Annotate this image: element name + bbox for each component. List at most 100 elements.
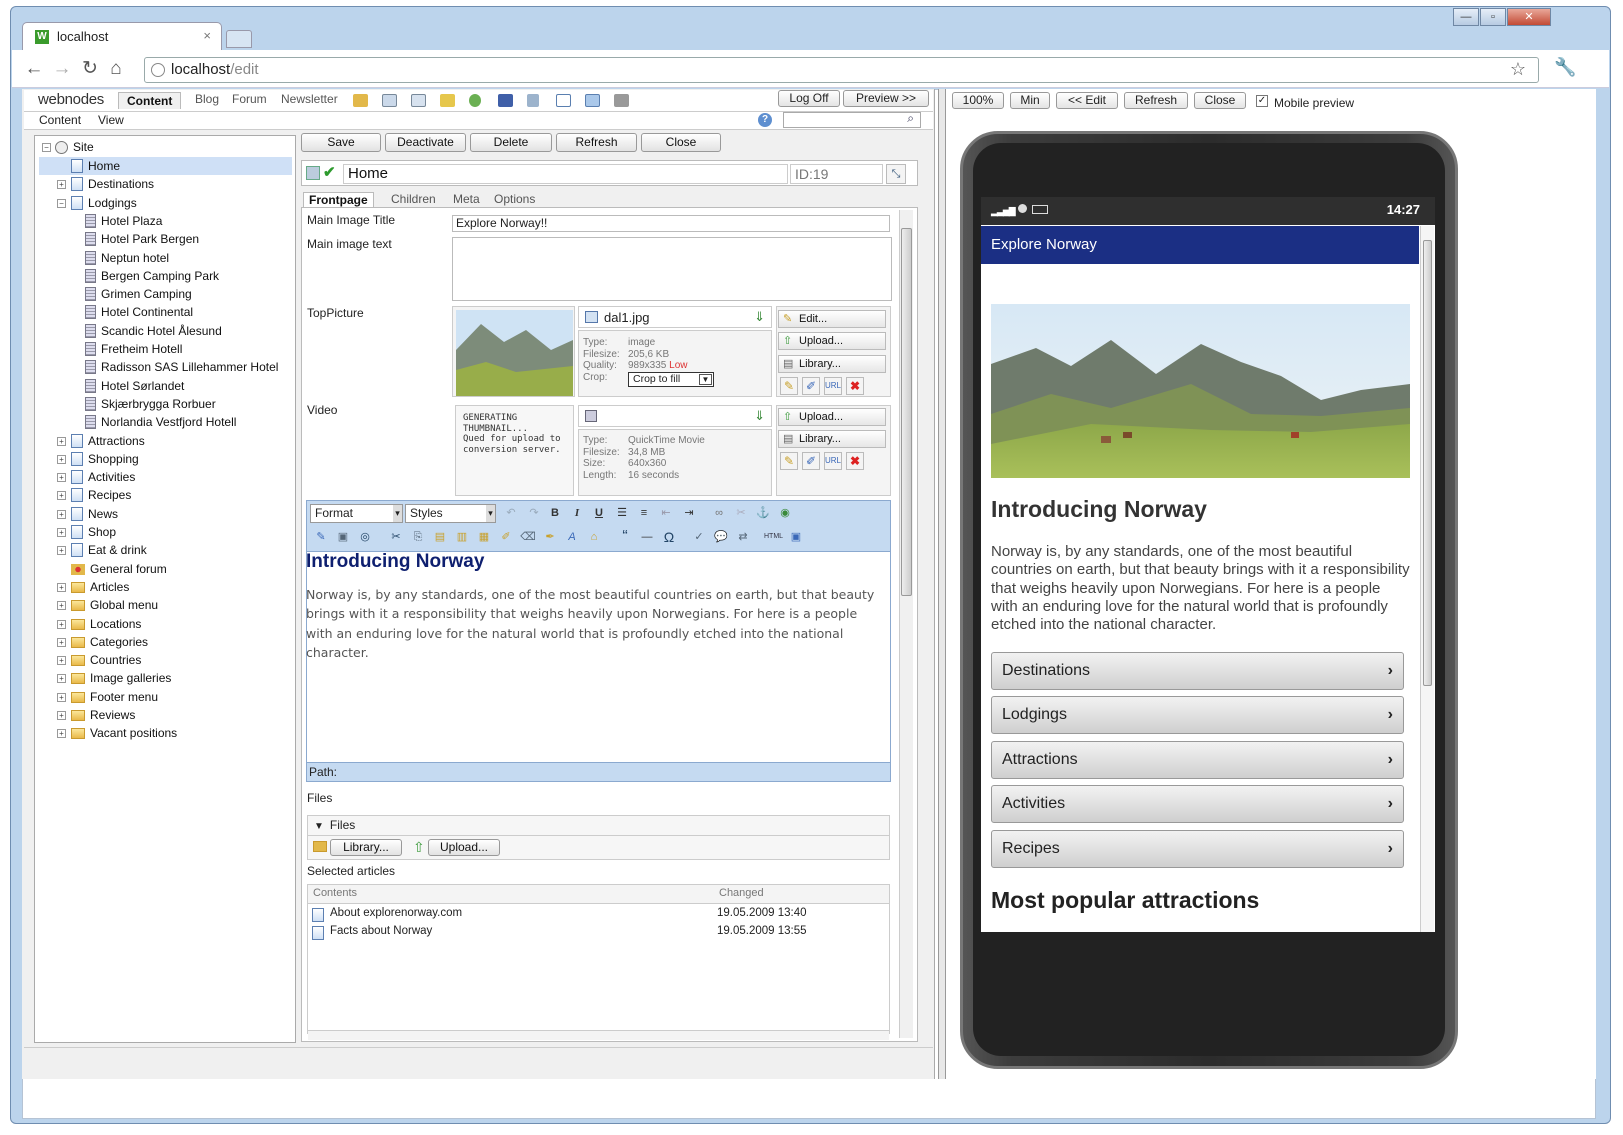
search-icon[interactable]: ⌕ [907, 111, 914, 126]
paste-text-icon[interactable]: ▥ [453, 528, 471, 546]
styles-dropdown[interactable]: Styles [405, 504, 496, 523]
tree-item[interactable]: Shop [71, 523, 116, 541]
main-image-title-input[interactable]: Explore Norway!! [452, 215, 890, 232]
tags-icon[interactable] [440, 94, 455, 107]
image-icon[interactable]: ▣ [334, 528, 352, 546]
tree-item[interactable]: General forum [71, 560, 167, 578]
replace-icon[interactable]: ⇄ [734, 528, 752, 546]
folder-icon[interactable] [353, 94, 368, 107]
mobile-nav-recipes[interactable]: Recipes › [991, 830, 1404, 868]
cut-icon[interactable]: ✂ [387, 528, 405, 546]
font-color-icon[interactable]: A [563, 528, 581, 546]
tree-item[interactable]: Skjærbrygga Rorbuer [85, 395, 216, 413]
help-icon[interactable]: ? [758, 113, 772, 127]
tree-item[interactable]: Hotel Sørlandet [85, 377, 184, 395]
eraser-icon[interactable]: ⌫ [519, 528, 537, 546]
media-icon[interactable]: ◎ [356, 528, 374, 546]
tree-item[interactable]: Vacant positions [71, 724, 177, 742]
tree-item[interactable]: Hotel Plaza [85, 212, 162, 230]
address-bar[interactable]: localhost/edit ☆ [144, 57, 1539, 83]
column-contents[interactable]: Contents [313, 885, 357, 902]
tree-item[interactable]: Hotel Park Bergen [85, 230, 199, 248]
bold-icon[interactable]: B [546, 504, 564, 522]
comment-icon[interactable]: 💬 [712, 528, 730, 546]
deactivate-button[interactable]: Deactivate [385, 133, 466, 152]
underline-icon[interactable]: U [590, 504, 608, 522]
tree-item[interactable]: Bergen Camping Park [85, 267, 219, 285]
edit-pen-icon[interactable]: ✐ [802, 377, 820, 395]
flag-icon[interactable] [498, 94, 513, 107]
tab-meta[interactable]: Meta [453, 192, 480, 206]
tree-item[interactable]: Eat & drink [71, 541, 147, 559]
tree-item[interactable]: Neptun hotel [85, 249, 169, 267]
tree-item[interactable]: Scandic Hotel Ålesund [85, 322, 222, 340]
mail-icon[interactable] [556, 94, 571, 107]
tree-item[interactable]: Grimen Camping [85, 285, 192, 303]
browser-tab[interactable]: W localhost × [22, 22, 222, 50]
tree-item[interactable]: Categories [71, 633, 148, 651]
video-library-button[interactable]: ▤ Library... [778, 430, 886, 448]
main-image-text-textarea[interactable] [452, 237, 892, 301]
tree-item[interactable]: Norlandia Vestfjord Hotell [85, 413, 236, 431]
tree-item[interactable]: Locations [71, 615, 141, 633]
tab-blog[interactable]: Blog [195, 92, 219, 106]
video-url-icon[interactable]: URL [824, 452, 842, 470]
paste-word-icon[interactable]: ▦ [475, 528, 493, 546]
tab-forum[interactable]: Forum [232, 92, 267, 106]
close-window-button[interactable]: ✕ [1507, 8, 1551, 26]
tab-frontpage[interactable]: Frontpage [303, 192, 374, 207]
refresh-button[interactable]: Refresh [556, 133, 637, 152]
tab-children[interactable]: Children [391, 192, 436, 206]
tree-item[interactable]: Shopping [71, 450, 139, 468]
tree-expand-toggle[interactable]: + [57, 454, 66, 464]
files-section-header[interactable]: ▼ Files [307, 815, 890, 836]
tree-expand-toggle[interactable]: + [57, 528, 66, 537]
url-icon[interactable]: URL [824, 377, 842, 395]
tree-expand-toggle[interactable]: + [57, 491, 66, 501]
home-icon[interactable]: ⌂ [104, 58, 128, 80]
anchor-icon[interactable]: ⚓ [754, 504, 772, 522]
tree-expand-toggle[interactable]: + [57, 582, 66, 592]
minimize-button[interactable]: — [1453, 8, 1479, 26]
tree-expand-toggle[interactable]: + [57, 601, 66, 611]
template-icon[interactable]: ⌂ [585, 528, 603, 546]
user-icon[interactable] [469, 94, 481, 107]
tree-item[interactable]: Countries [71, 651, 141, 669]
wrench-icon[interactable]: 🔧 [1554, 57, 1576, 78]
table-row[interactable]: Facts about Norway 19.05.2009 13:55 [312, 925, 887, 943]
tree-expand-toggle[interactable]: + [57, 473, 66, 483]
mobile-preview-checkbox[interactable]: ✓ [1256, 95, 1268, 107]
log-off-button[interactable]: Log Off [778, 90, 840, 107]
video-edit-pen-icon[interactable]: ✐ [802, 452, 820, 470]
save-button[interactable]: Save [301, 133, 381, 152]
rte-paragraph[interactable]: Norway is, by any standards, one of the … [306, 585, 884, 662]
zoom-100-button[interactable]: 100% [952, 92, 1004, 109]
back-icon[interactable]: ← [22, 58, 46, 80]
close-tab-icon[interactable]: × [203, 28, 211, 43]
tree-root[interactable]: Site [55, 138, 94, 156]
tree-expand-toggle[interactable]: + [57, 637, 66, 647]
picture-library-button[interactable]: ▤ Library... [778, 355, 886, 373]
undo-icon[interactable]: ↶ [502, 504, 520, 522]
tab-options[interactable]: Options [494, 192, 535, 206]
tab-content[interactable]: Content [118, 92, 182, 109]
min-button[interactable]: Min [1010, 92, 1050, 109]
crop-select[interactable]: Crop to fill ▼ [628, 372, 714, 387]
special-char-icon[interactable]: Ω [660, 528, 678, 546]
italic-icon[interactable]: I [568, 504, 586, 522]
tab-newsletter[interactable]: Newsletter [281, 92, 338, 106]
table-icon[interactable] [382, 94, 397, 107]
tree-expand-toggle[interactable]: + [57, 692, 66, 702]
pane-splitter[interactable] [938, 89, 946, 1079]
mobile-nav-activities[interactable]: Activities › [991, 785, 1404, 823]
tree-item[interactable]: Radisson SAS Lillehammer Hotel [85, 358, 278, 376]
redo-icon[interactable]: ↷ [525, 504, 543, 522]
bookmark-star-icon[interactable]: ☆ [1510, 59, 1526, 80]
mobile-nav-destinations[interactable]: Destinations › [991, 652, 1404, 690]
video-upload-button[interactable]: ⇧ Upload... [778, 408, 886, 426]
preview-refresh-button[interactable]: Refresh [1124, 92, 1188, 109]
preview-button[interactable]: Preview >> [843, 90, 929, 107]
cart-icon[interactable] [614, 94, 629, 107]
video-pencil-icon[interactable]: ✎ [780, 452, 798, 470]
tree-item[interactable]: Footer menu [71, 688, 158, 706]
